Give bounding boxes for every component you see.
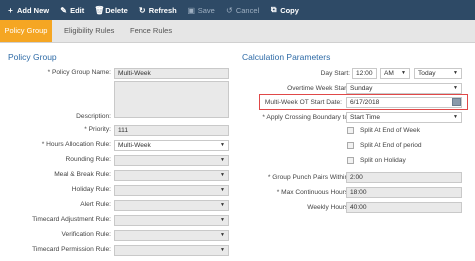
chevron-down-icon: ▼ (220, 232, 225, 238)
chevron-down-icon: ▼ (220, 187, 225, 193)
chevron-down-icon: ▼ (220, 142, 225, 148)
chevron-down-icon: ▼ (220, 247, 225, 253)
calculation-parameters-title: Calculation Parameters (242, 52, 331, 62)
save-button[interactable]: ▣ Save (187, 5, 214, 15)
chevron-down-icon: ▼ (453, 70, 458, 76)
timecard-adjustment-rule-select[interactable]: ▼ (114, 215, 229, 226)
group-punch-pairs-field[interactable]: 2:00 (346, 172, 462, 183)
multiweek-ot-start-date-field[interactable]: 6/17/2018 (346, 97, 462, 108)
tab-fence-rules[interactable]: Fence Rules (130, 20, 172, 42)
policy-group-name-label: * Policy Group Name: (47, 69, 111, 76)
weekly-hours-label: Weekly Hours: (307, 204, 350, 211)
day-start-day-select[interactable]: Today ▼ (414, 68, 462, 79)
alert-rule-select[interactable]: ▼ (114, 200, 229, 211)
trash-icon: 🗑 (94, 5, 105, 15)
edit-button[interactable]: ✎ Edit (59, 6, 84, 15)
add-new-button[interactable]: + Add New (6, 6, 49, 15)
chevron-down-icon: ▼ (220, 217, 225, 223)
group-punch-pairs-label: * Group Punch Pairs Within: (267, 174, 350, 181)
verification-rule-select[interactable]: ▼ (114, 230, 229, 241)
weekly-hours-field[interactable]: 40:00 (346, 202, 462, 213)
split-holiday-checkbox[interactable] (347, 157, 354, 164)
refresh-button[interactable]: ↻ Refresh (138, 6, 177, 15)
tab-eligibility-rules[interactable]: Eligibility Rules (64, 20, 114, 42)
policy-group-title: Policy Group (8, 52, 57, 62)
plus-icon: + (8, 5, 13, 15)
rounding-rule-select[interactable]: ▼ (114, 155, 229, 166)
timecard-permission-rule-label: Timecard Permission Rule: (32, 246, 111, 253)
timecard-adjustment-rule-label: Timecard Adjustment Rule: (32, 216, 111, 223)
priority-label: * Priority: (84, 126, 111, 133)
multiweek-ot-start-date-label: Multi-Week OT Start Date: (264, 99, 342, 106)
description-textarea[interactable] (114, 81, 229, 118)
max-continuous-hours-label: * Max Continuous Hours: (276, 189, 350, 196)
day-start-ampm-select[interactable]: AM ▼ (380, 68, 410, 79)
hours-allocation-label: * Hours Allocation Rule: (41, 141, 111, 148)
priority-field[interactable]: 111 (114, 125, 229, 136)
split-holiday-label: Split on Holiday (360, 157, 406, 164)
meal-break-rule-label: Meal & Break Rule: (54, 171, 111, 178)
calendar-icon[interactable] (452, 98, 461, 106)
verification-rule-label: Verification Rule: (61, 231, 111, 238)
max-continuous-hours-field[interactable]: 18:00 (346, 187, 462, 198)
overtime-week-start-label: Overtime Week Start: (287, 85, 350, 92)
copy-icon: ⧉ (270, 5, 277, 14)
undo-icon: ↺ (225, 5, 233, 15)
meal-break-rule-select[interactable]: ▼ (114, 170, 229, 181)
apply-crossing-boundary-label: * Apply Crossing Boundary to: (262, 114, 350, 121)
tab-policy-group[interactable]: Policy Group (0, 20, 52, 42)
chevron-down-icon: ▼ (220, 157, 225, 163)
apply-crossing-boundary-select[interactable]: Start Time ▼ (346, 112, 462, 123)
day-start-label: Day Start: (320, 70, 350, 77)
cancel-button[interactable]: ↺ Cancel (225, 6, 259, 15)
holiday-rule-select[interactable]: ▼ (114, 185, 229, 196)
copy-button[interactable]: ⧉ Copy (269, 5, 299, 15)
split-end-week-label: Split At End of Week (360, 127, 420, 134)
alert-rule-label: Alert Rule: (80, 201, 111, 208)
tab-bar: Policy Group Eligibility Rules Fence Rul… (0, 20, 475, 43)
split-end-period-label: Split At End of period (360, 142, 422, 149)
chevron-down-icon: ▼ (453, 114, 458, 120)
toolbar: + Add New ✎ Edit 🗑 Delete ↻ Refresh ▣ Save ↺ C… (0, 0, 475, 20)
chevron-down-icon: ▼ (453, 85, 458, 91)
refresh-icon: ↻ (138, 5, 146, 15)
policy-group-name-field[interactable]: Multi-Week (114, 68, 229, 79)
save-icon: ▣ (187, 5, 195, 15)
edit-icon: ✎ (60, 5, 67, 15)
chevron-down-icon: ▼ (401, 70, 406, 76)
split-end-period-checkbox[interactable] (347, 142, 354, 149)
split-end-week-checkbox[interactable] (347, 127, 354, 134)
overtime-week-start-select[interactable]: Sunday ▼ (346, 83, 462, 94)
rounding-rule-label: Rounding Rule: (65, 156, 111, 163)
day-start-time-select[interactable]: 12:00 (352, 68, 377, 79)
chevron-down-icon: ▼ (220, 172, 225, 178)
delete-button[interactable]: 🗑 Delete (94, 6, 128, 15)
holiday-rule-label: Holiday Rule: (71, 186, 111, 193)
description-label: Description: (76, 113, 111, 120)
timecard-permission-rule-select[interactable]: ▼ (114, 245, 229, 256)
chevron-down-icon: ▼ (220, 202, 225, 208)
hours-allocation-select[interactable]: Multi-Week ▼ (114, 140, 229, 151)
